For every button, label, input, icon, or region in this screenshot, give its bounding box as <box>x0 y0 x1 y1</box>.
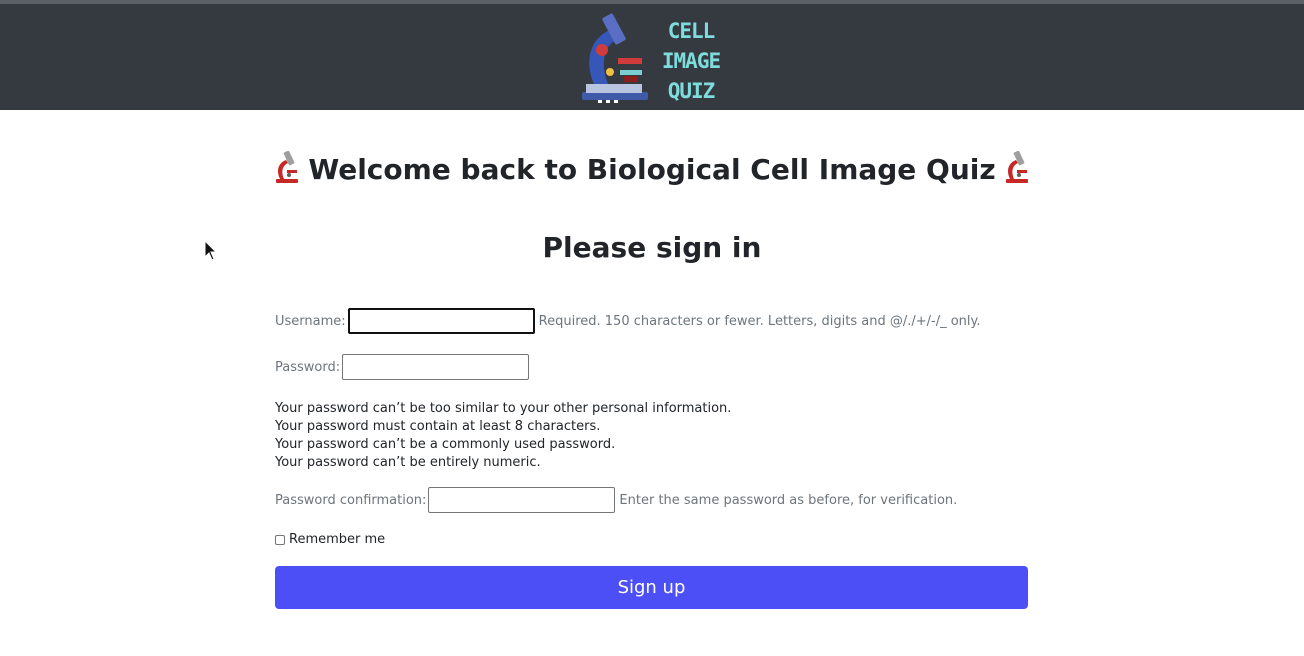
microscope-emoji-icon <box>1005 151 1028 183</box>
page-title: Welcome back to Biological Cell Image Qu… <box>0 148 1304 192</box>
password-rule: Your password can’t be entirely numeric. <box>275 455 541 470</box>
password-input[interactable] <box>342 354 530 380</box>
username-label: Username: <box>275 313 346 329</box>
sign-up-button[interactable]: Sign up <box>275 566 1028 609</box>
logo-line: IMAGE <box>661 49 721 73</box>
password-rules-list: Your password can’t be too similar to yo… <box>275 400 731 472</box>
password-label: Password: <box>275 359 341 375</box>
logo-wordmark: CELL IMAGE QUIZ <box>656 16 726 106</box>
username-help-text: Required. 150 characters or fewer. Lette… <box>538 313 981 329</box>
password-rule: Your password must contain at least 8 ch… <box>275 419 601 434</box>
page-subtitle: Please sign in <box>542 231 762 264</box>
password-rule: Your password can’t be too similar to yo… <box>275 401 732 416</box>
mouse-cursor-icon <box>204 240 218 261</box>
remember-me-row[interactable]: Remember me <box>275 532 385 547</box>
password-confirmation-input[interactable] <box>428 487 616 513</box>
page-title-text: Welcome back to Biological Cell Image Qu… <box>308 153 996 186</box>
logo-line: QUIZ <box>667 79 716 103</box>
username-input[interactable] <box>347 308 535 334</box>
username-row: Username: Required. 150 characters or fe… <box>275 308 981 334</box>
site-header: CELL IMAGE QUIZ <box>0 4 1304 110</box>
logo-line: CELL <box>667 19 716 43</box>
microscope-emoji-icon <box>276 151 299 183</box>
site-logo[interactable]: CELL IMAGE QUIZ <box>580 12 730 108</box>
microscope-logo-icon <box>582 13 648 103</box>
remember-me-label: Remember me <box>289 532 386 547</box>
password-rule: Your password can’t be a commonly used p… <box>275 437 616 452</box>
password-row: Password: <box>275 354 530 380</box>
remember-me-checkbox[interactable] <box>275 534 285 545</box>
password-confirmation-help-text: Enter the same password as before, for v… <box>619 492 958 508</box>
confirm-row: Password confirmation: Enter the same pa… <box>275 487 957 513</box>
password-confirmation-label: Password confirmation: <box>275 492 427 508</box>
